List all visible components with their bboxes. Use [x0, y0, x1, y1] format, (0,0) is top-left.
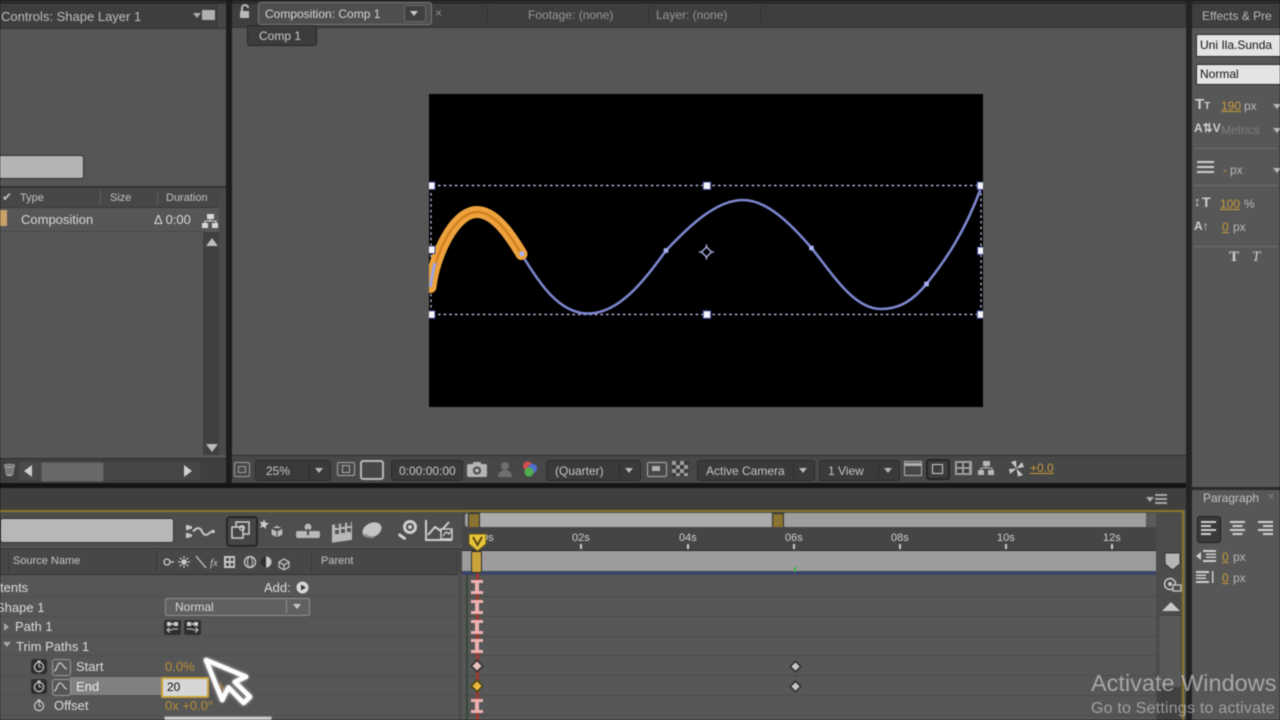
svg-text:fx: fx [210, 557, 218, 569]
